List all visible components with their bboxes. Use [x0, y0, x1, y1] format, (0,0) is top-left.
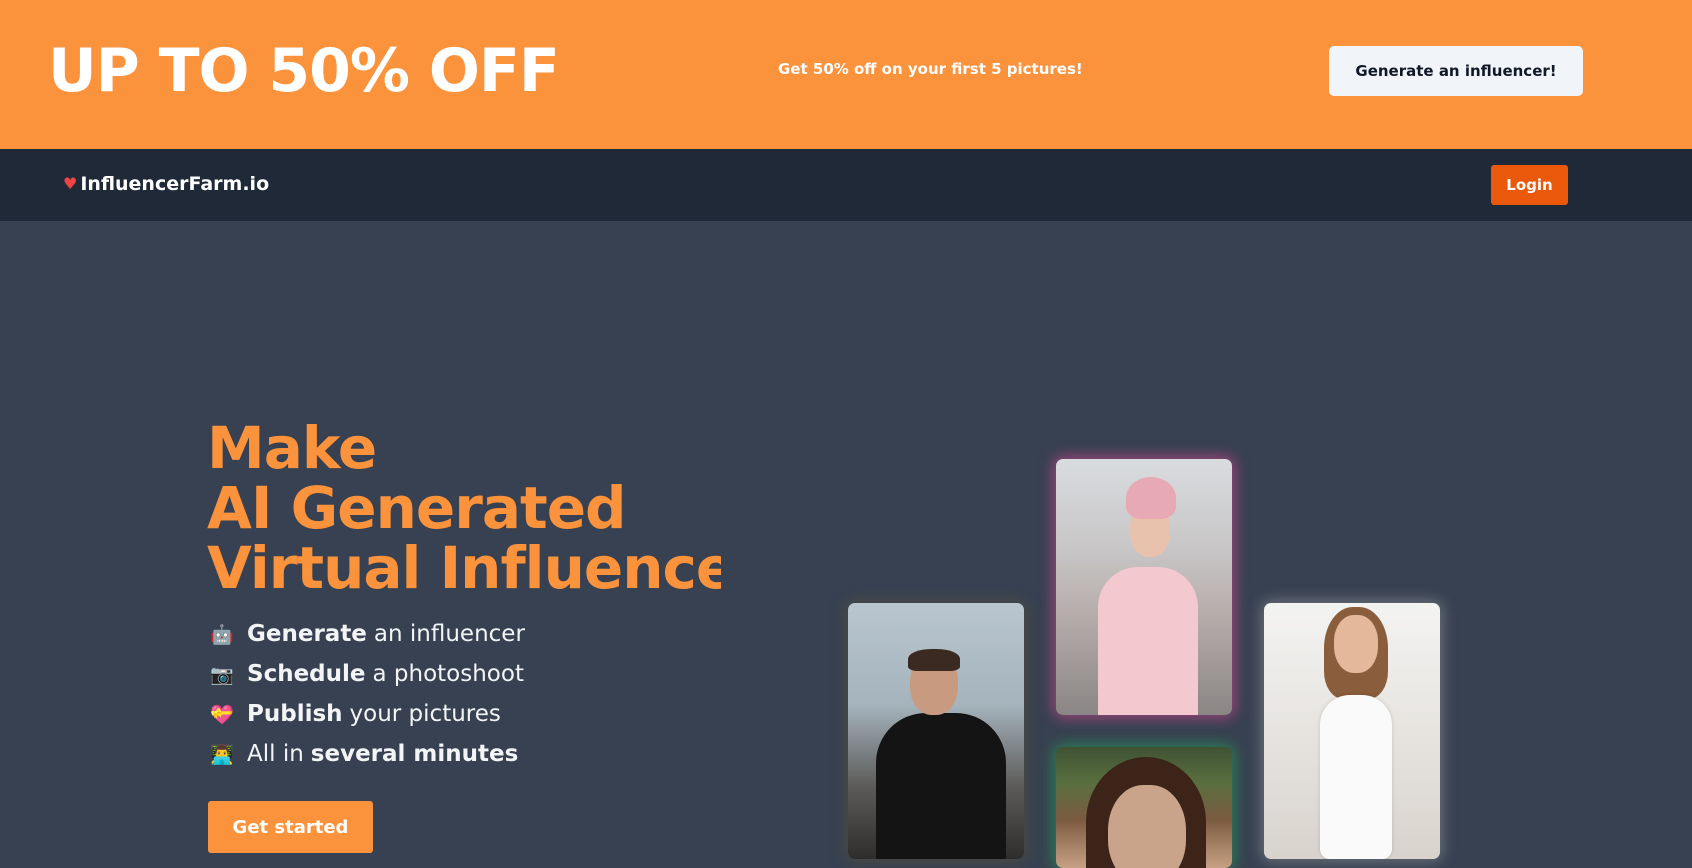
brand-name: InfluencerFarm.io [80, 173, 270, 195]
feature-text: an influencer [373, 621, 525, 647]
feature-generate: 🤖 Generate an influencer [209, 614, 525, 654]
robot-icon: 🤖 [210, 623, 234, 646]
hero-title-line: Make [207, 418, 377, 482]
heart-icon: 💝 [210, 703, 234, 726]
feature-bold: Publish [247, 701, 343, 727]
camera-icon: 📷 [210, 663, 234, 686]
technologist-icon: 👨‍💻 [210, 743, 234, 766]
influencer-photo-white-dress [1264, 603, 1440, 859]
promo-subtext: Get 50% off on your first 5 pictures! [778, 60, 1083, 78]
get-started-button[interactable]: Get started [208, 801, 373, 853]
feature-bold: Generate [247, 621, 367, 647]
feature-bold: Schedule [247, 661, 366, 687]
influencer-photo-man [848, 603, 1024, 859]
top-nav: ♥ InfluencerFarm.io Login [0, 149, 1692, 221]
influencer-photo-pink-coat [1056, 459, 1232, 715]
feature-bold: several minutes [310, 741, 519, 767]
feature-schedule: 📷 Schedule a photoshoot [209, 654, 525, 694]
influencer-photo-portrait [1056, 747, 1232, 868]
heart-icon: ♥ [63, 174, 78, 193]
hero-title: Make AI Generated Virtual Influencer [207, 418, 721, 604]
login-button[interactable]: Login [1491, 165, 1568, 205]
feature-text: your pictures [349, 701, 501, 727]
feature-text: a photoshoot [372, 661, 524, 687]
promo-banner: UP TO 50% OFF Get 50% off on your first … [0, 0, 1692, 149]
brand-logo[interactable]: ♥ InfluencerFarm.io [63, 173, 269, 195]
hero-title-line: Virtual Influencer [207, 534, 721, 602]
feature-list: 🤖 Generate an influencer 📷 Schedule a ph… [209, 614, 525, 774]
hero-title-line: AI Generated [207, 474, 627, 542]
feature-text: All in [247, 741, 304, 767]
feature-speed: 👨‍💻 All in several minutes [209, 734, 525, 774]
generate-influencer-button[interactable]: Generate an influencer! [1329, 46, 1583, 96]
feature-publish: 💝 Publish your pictures [209, 694, 525, 734]
promo-headline: UP TO 50% OFF [48, 36, 560, 106]
